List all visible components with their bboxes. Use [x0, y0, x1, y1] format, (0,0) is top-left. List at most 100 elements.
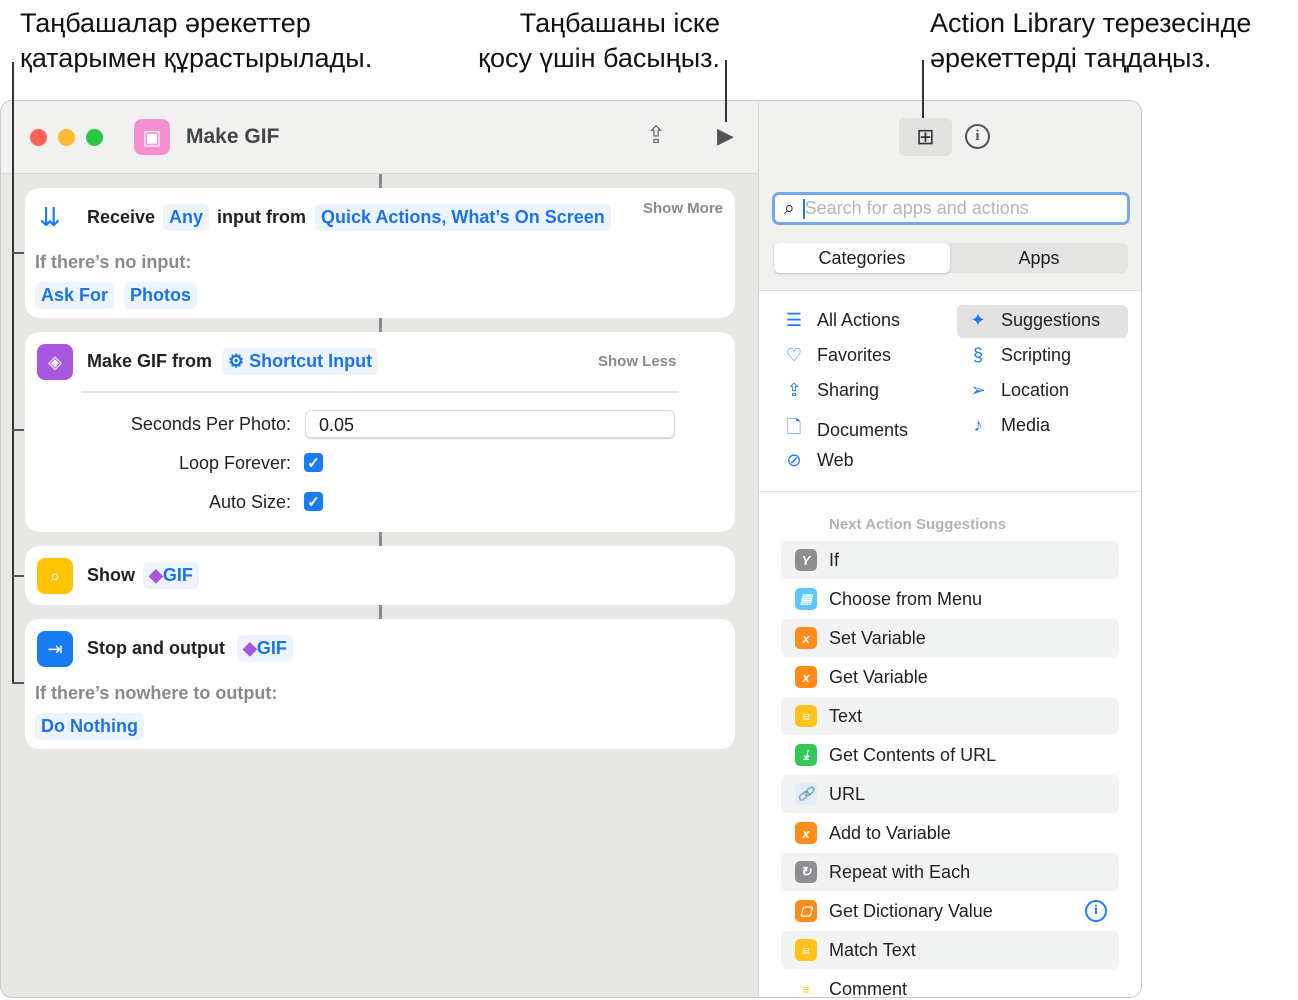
- divider: [759, 491, 1141, 492]
- share-icon[interactable]: ⇪: [646, 121, 666, 150]
- action-show[interactable]: ⌕ Show ◆GIF: [25, 546, 735, 605]
- callout-line: Таңбашаны іске: [519, 8, 720, 38]
- action-icon: ≡: [795, 978, 817, 997]
- category-label: Suggestions: [1001, 310, 1101, 330]
- input-type-token[interactable]: Any: [163, 204, 210, 231]
- suggestion-item[interactable]: ▤ Choose from Menu: [781, 580, 1119, 618]
- document-icon: 🗋: [786, 417, 802, 437]
- sparkles-icon: ✦: [970, 310, 986, 330]
- share-icon: ⇪: [786, 380, 802, 400]
- suggestion-label: Set Variable: [829, 627, 926, 648]
- nowhere-label: If there’s nowhere to output:: [35, 683, 278, 703]
- suggestion-item[interactable]: ▢ Get Dictionary Value i: [781, 892, 1119, 930]
- info-icon[interactable]: i: [965, 124, 990, 149]
- suggestion-item[interactable]: Y If: [781, 541, 1119, 579]
- gif-icon: ◆: [149, 565, 163, 585]
- action-icon: Y: [795, 549, 817, 571]
- ask-for-token[interactable]: Ask For: [35, 282, 115, 309]
- segment-apps[interactable]: Apps: [950, 243, 1128, 273]
- play-icon[interactable]: ▶: [717, 123, 734, 149]
- shortcuts-window: ▣ Make GIF ⇪ ▶ ⇊ Receive Any input from …: [0, 100, 1142, 998]
- photos-token[interactable]: Photos: [124, 282, 197, 309]
- show-less-button[interactable]: Show Less: [598, 353, 676, 370]
- auto-size-checkbox[interactable]: ✓: [304, 492, 323, 511]
- suggestion-item[interactable]: x Get Variable: [781, 658, 1119, 696]
- callout-leader: [725, 60, 727, 122]
- library-header: ⊞ i ⌕ Search for apps and actions Catego…: [759, 101, 1141, 291]
- suggestion-item[interactable]: x Set Variable: [781, 619, 1119, 657]
- heart-icon: ♡: [785, 345, 803, 365]
- category-item[interactable]: ☰ All Actions: [783, 310, 900, 331]
- minimize-button[interactable]: [58, 129, 75, 146]
- do-nothing-token[interactable]: Do Nothing: [35, 713, 144, 740]
- no-input-label: If there’s no input:: [35, 252, 192, 272]
- zoom-button[interactable]: [86, 129, 103, 146]
- suggestion-item[interactable]: ≡ Text: [781, 697, 1119, 735]
- action-icon: ≡: [795, 939, 817, 961]
- action-icon: ↻: [795, 861, 817, 883]
- category-item[interactable]: § Scripting: [967, 345, 1071, 366]
- connector: [379, 532, 382, 546]
- category-item[interactable]: 🗋 Documents: [783, 415, 908, 445]
- suggestion-item[interactable]: 🔗 URL: [781, 775, 1119, 813]
- token-label: GIF: [256, 638, 287, 658]
- seconds-per-photo-field[interactable]: 0.05: [305, 410, 675, 438]
- suggestion-label: Choose from Menu: [829, 588, 983, 609]
- segment-categories[interactable]: Categories: [774, 243, 950, 273]
- action-make-gif[interactable]: ◈ Make GIF from ⚙ Shortcut Input Show Le…: [25, 332, 735, 532]
- gif-variable-token[interactable]: ◆GIF: [143, 562, 199, 589]
- callout-leader: [922, 60, 924, 118]
- loop-forever-checkbox[interactable]: ✓: [304, 453, 323, 472]
- window-title: Make GIF: [186, 125, 280, 148]
- auto-size-label: Auto Size:: [208, 492, 291, 512]
- action-icon: x: [795, 666, 817, 688]
- category-item[interactable]: ♡ Favorites: [783, 345, 891, 366]
- input-source-token[interactable]: Quick Actions, What’s On Screen: [315, 204, 611, 231]
- category-label: Web: [817, 450, 854, 470]
- action-icon: x: [795, 822, 817, 844]
- connector: [379, 174, 382, 188]
- action-title: Stop and output: [87, 638, 225, 658]
- search-input[interactable]: ⌕ Search for apps and actions: [772, 192, 1130, 225]
- action-library: ⊞ i ⌕ Search for apps and actions Catego…: [758, 101, 1141, 997]
- action-stop-output[interactable]: ⇥ Stop and output ◆GIF If there’s nowher…: [25, 619, 735, 749]
- suggestion-item[interactable]: x Add to Variable: [781, 814, 1119, 852]
- category-item[interactable]: ✦ Suggestions: [967, 310, 1100, 331]
- gif-icon: ◆: [243, 638, 257, 658]
- suggestion-label: Get Dictionary Value: [829, 900, 993, 921]
- shortcut-photos-icon: ▣: [134, 119, 170, 155]
- category-label: Sharing: [817, 380, 880, 400]
- callout-tick: [12, 575, 24, 577]
- callout-line: әрекеттерді таңдаңыз.: [930, 43, 1212, 73]
- category-item[interactable]: ♪ Media: [967, 415, 1051, 436]
- suggestion-item[interactable]: ⤓ Get Contents of URL: [781, 736, 1119, 774]
- exit-icon: ⇥: [37, 631, 73, 667]
- suggestion-label: Match Text: [829, 939, 916, 960]
- connector: [379, 605, 382, 619]
- suggestion-item[interactable]: ↻ Repeat with Each: [781, 853, 1119, 891]
- action-icon: ▢: [795, 900, 817, 922]
- category-item[interactable]: ⊘ Web: [783, 450, 854, 471]
- gif-variable-token[interactable]: ◆GIF: [237, 635, 293, 662]
- suggestion-item[interactable]: ≡ Comment: [781, 970, 1119, 997]
- suggestion-label: URL: [829, 783, 866, 804]
- category-label: All Actions: [817, 310, 901, 330]
- info-icon[interactable]: i: [1085, 900, 1107, 922]
- token-label: GIF: [162, 565, 193, 585]
- category-label: Scripting: [1001, 345, 1072, 365]
- shortcut-input-token[interactable]: ⚙ Shortcut Input: [222, 348, 379, 375]
- make-gif-icon: ◈: [37, 344, 73, 380]
- search-placeholder: Search for apps and actions: [804, 198, 1029, 218]
- action-title: Receive: [87, 207, 156, 227]
- category-item[interactable]: ⇪ Sharing: [783, 380, 879, 401]
- suggestion-item[interactable]: ≡ Match Text: [781, 931, 1119, 969]
- close-button[interactable]: [30, 129, 47, 146]
- divider: [81, 391, 679, 393]
- show-more-button[interactable]: Show More: [643, 200, 723, 217]
- category-item[interactable]: ➢ Location: [967, 380, 1069, 401]
- action-library-icon[interactable]: ⊞: [899, 118, 952, 156]
- category-label: Favorites: [817, 345, 892, 365]
- action-receive[interactable]: ⇊ Receive Any input from Quick Actions, …: [25, 188, 735, 318]
- segmented-control: Categories Apps: [774, 243, 1128, 273]
- action-icon: ▤: [795, 588, 817, 610]
